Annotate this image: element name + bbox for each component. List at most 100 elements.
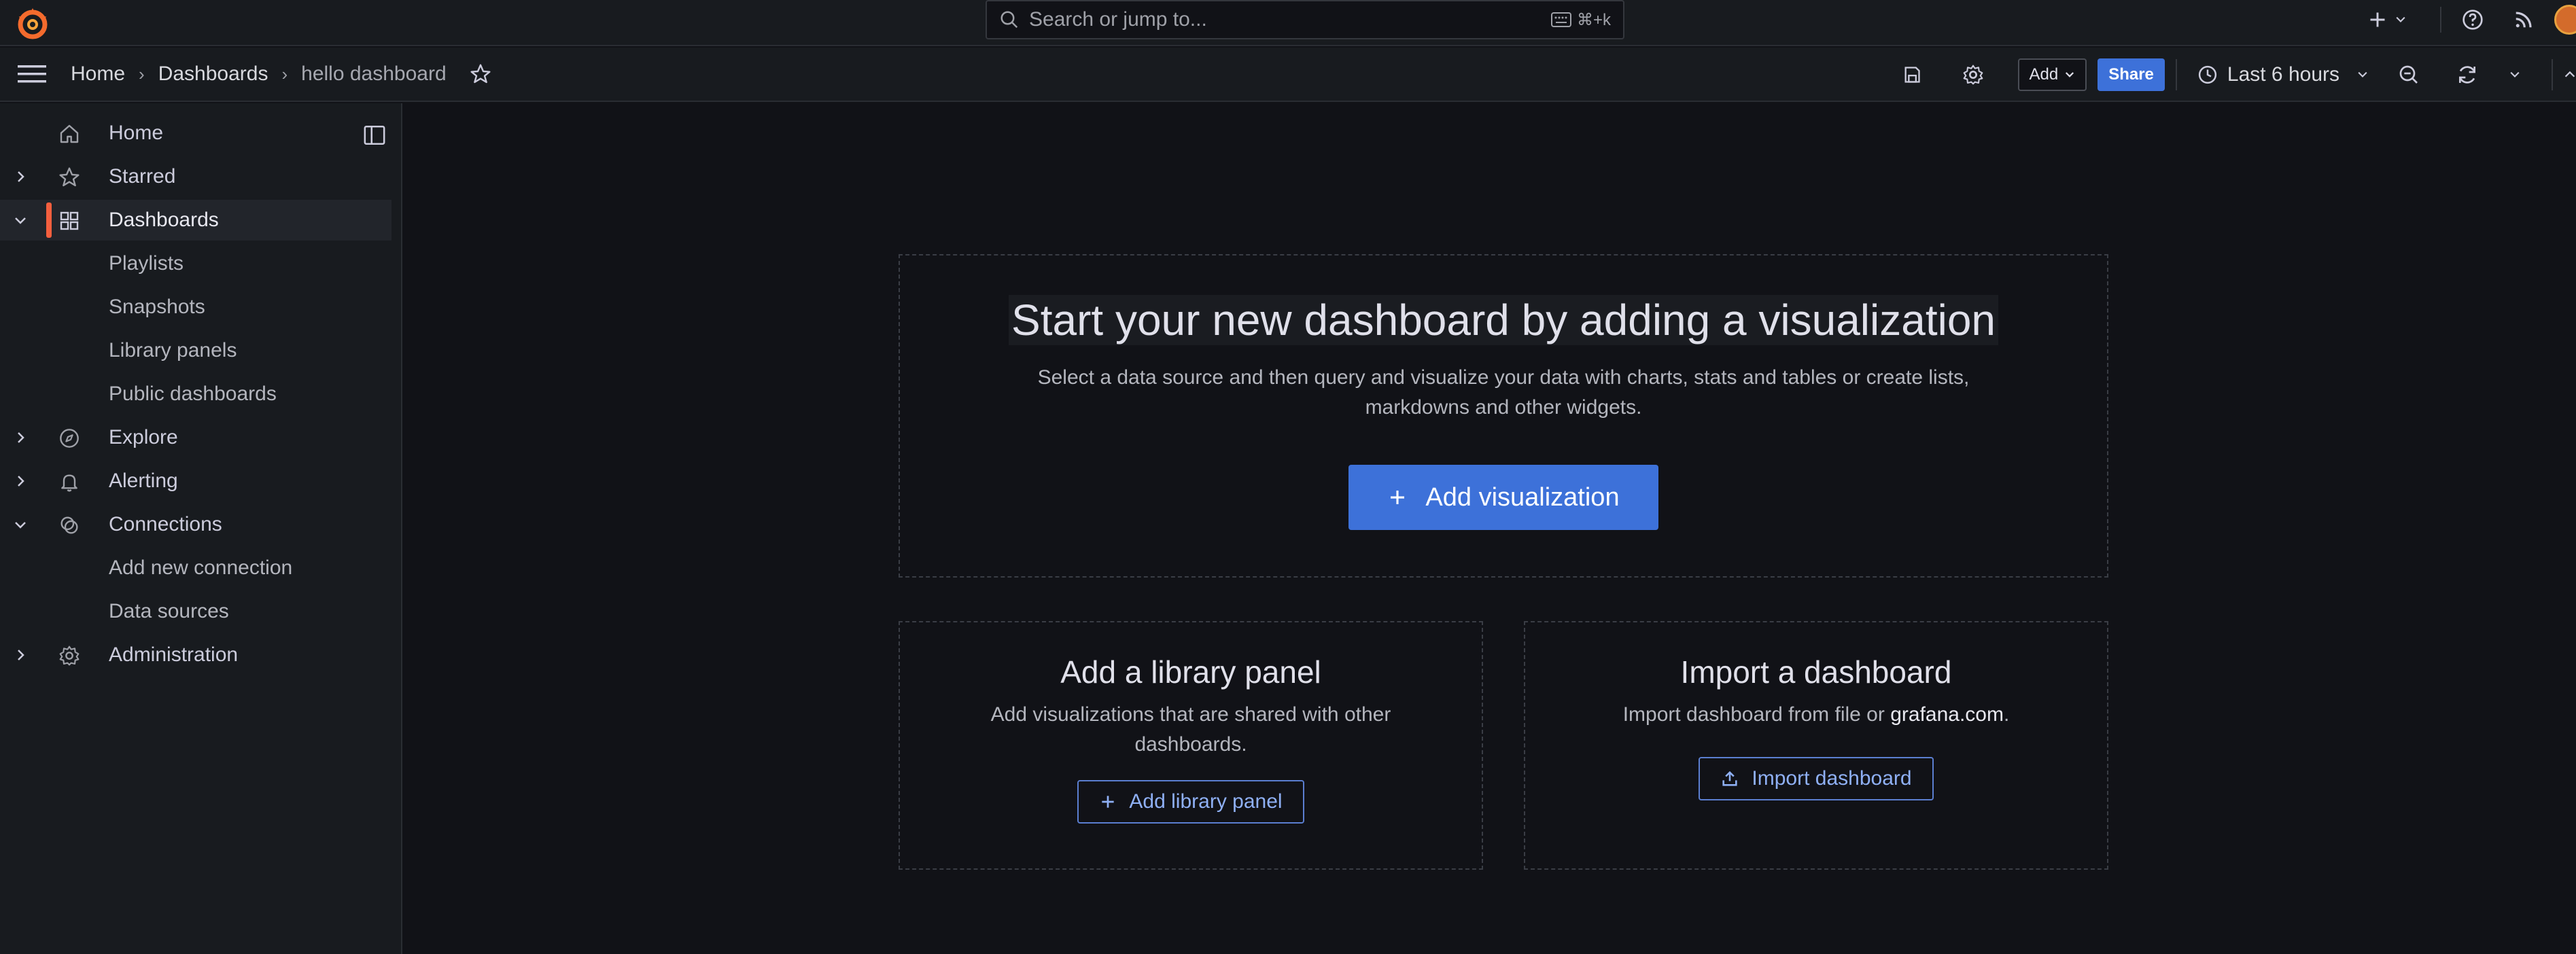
grid-icon: [60, 211, 79, 230]
divider: [2440, 7, 2441, 33]
plus-icon: [2370, 12, 2385, 27]
help-button[interactable]: [2462, 9, 2484, 31]
compass-icon: [60, 429, 79, 448]
divider: [2552, 59, 2553, 90]
chevron-down-icon[interactable]: [12, 516, 29, 533]
save-dashboard-button[interactable]: [1902, 65, 1921, 84]
new-menu-button[interactable]: [2368, 10, 2407, 29]
collapse-toolbar-button[interactable]: [2562, 67, 2576, 82]
add-visualization-button[interactable]: Add visualization: [1348, 465, 1658, 530]
dashboard-toolbar: Home › Dashboards › hello dashboard Add: [0, 48, 2576, 102]
sidebar-item-label: Administration: [109, 643, 239, 666]
add-library-panel-button[interactable]: Add library panel: [1077, 780, 1304, 824]
library-panel-description: Add visualizations that are shared with …: [990, 703, 1391, 756]
import-dashboard-card: Import a dashboard Import dashboard from…: [1524, 621, 2108, 870]
time-range-label: Last 6 hours: [2227, 63, 2339, 86]
search-placeholder: Search or jump to...: [1029, 8, 1207, 31]
time-range-picker[interactable]: Last 6 hours: [2197, 63, 2369, 86]
sidebar-item-data-sources[interactable]: Data sources: [0, 591, 391, 632]
sidebar-item-alerting[interactable]: Alerting: [0, 461, 391, 501]
sidebar-item-connections[interactable]: Connections: [0, 504, 391, 545]
breadcrumb: Home › Dashboards › hello dashboard: [71, 63, 447, 86]
gear-icon: [1964, 65, 1983, 85]
import-dashboard-button[interactable]: Import dashboard: [1699, 757, 1934, 800]
active-indicator: [46, 202, 52, 238]
plus-icon: [1102, 796, 1115, 808]
home-icon: [60, 124, 79, 143]
sidebar-item-snapshots[interactable]: Snapshots: [0, 287, 391, 328]
shortcut-text: ⌘+k: [1576, 10, 1611, 29]
chevron-down-icon: [2510, 71, 2520, 77]
sidebar-item-label: Library panels: [109, 339, 237, 361]
refresh-button[interactable]: [2456, 64, 2478, 86]
zoom-out-button[interactable]: [2398, 64, 2420, 86]
avatar[interactable]: [2554, 5, 2576, 35]
sidebar-item-label: Starred: [109, 165, 176, 188]
star-icon: [59, 167, 80, 187]
add-visualization-label: Add visualization: [1425, 482, 1620, 512]
chevron-down-icon[interactable]: [12, 212, 29, 228]
sidebar-item-library-panels[interactable]: Library panels: [0, 330, 391, 371]
star-icon[interactable]: [470, 63, 491, 85]
keyboard-shortcut: ⌘+k: [1550, 10, 1611, 30]
empty-dashboard-title: Start your new dashboard by adding a vis…: [1009, 295, 1998, 345]
chevron-up-icon: [2564, 71, 2575, 77]
import-description-suffix: .: [2003, 703, 2010, 726]
chevron-down-icon: [2066, 72, 2074, 77]
grafana-com-link[interactable]: grafana.com: [1890, 703, 2004, 726]
breadcrumb-dashboards[interactable]: Dashboards: [158, 63, 268, 86]
sidebar-item-starred[interactable]: Starred: [0, 156, 391, 197]
sidebar-item-label: Explore: [109, 426, 178, 448]
save-icon: [1904, 67, 1921, 83]
import-dashboard-label: Import dashboard: [1752, 767, 1912, 790]
sidebar-item-label: Add new connection: [109, 556, 293, 579]
import-description-text: Import dashboard from file or: [1622, 703, 1891, 726]
refresh-interval-dropdown[interactable]: [2508, 68, 2522, 82]
upload-icon: [1722, 771, 1738, 786]
chevron-down-icon: [2396, 16, 2405, 22]
sidebar-item-playlists[interactable]: Playlists: [0, 243, 391, 284]
dashboard-settings-button[interactable]: [1962, 64, 1984, 86]
zoom-out-icon: [2399, 65, 2418, 84]
sidebar-item-home[interactable]: Home: [0, 113, 391, 154]
keyboard-icon: [1550, 12, 1571, 27]
sidebar-item-dashboards[interactable]: Dashboards: [0, 200, 391, 241]
dock-menu-icon[interactable]: [363, 124, 386, 147]
chevron-right-icon[interactable]: [12, 169, 29, 185]
add-button[interactable]: Add: [2018, 58, 2087, 91]
divider: [2175, 59, 2177, 90]
help-icon: [2462, 10, 2483, 30]
chevron-right-icon: ›: [139, 63, 145, 84]
grafana-logo-icon[interactable]: [15, 5, 50, 41]
sidebar-item-label: Playlists: [109, 252, 184, 275]
share-button-label: Share: [2108, 65, 2154, 84]
search-input[interactable]: Search or jump to... ⌘+k: [986, 0, 1624, 39]
share-button[interactable]: Share: [2098, 58, 2165, 91]
chevron-right-icon[interactable]: [12, 429, 29, 446]
menu-icon[interactable]: [18, 64, 46, 84]
toolbar-actions: Add Share Last 6 hours: [1902, 48, 2576, 102]
top-bar: Search or jump to... ⌘+k: [0, 0, 2576, 46]
top-right-actions: [2368, 0, 2576, 39]
breadcrumb-current: hello dashboard: [301, 63, 447, 85]
refresh-icon: [2459, 66, 2475, 84]
empty-dashboard-card: Start your new dashboard by adding a vis…: [899, 254, 2108, 578]
news-button[interactable]: [2513, 10, 2534, 30]
sidebar-item-explore[interactable]: Explore: [0, 417, 391, 458]
sidebar-item-administration[interactable]: Administration: [0, 635, 391, 675]
plus-icon: [1391, 491, 1405, 504]
sidebar-item-public-dashboards[interactable]: Public dashboards: [0, 374, 391, 414]
connections-icon: [60, 516, 78, 534]
breadcrumb-home[interactable]: Home: [71, 63, 125, 86]
chevron-right-icon[interactable]: [12, 473, 29, 489]
sidebar-item-label: Snapshots: [109, 296, 205, 318]
library-panel-card: Add a library panel Add visualizations t…: [899, 621, 1483, 870]
import-dashboard-description: Import dashboard from file or grafana.co…: [1558, 700, 2074, 730]
sidebar-item-add-new-connection[interactable]: Add new connection: [0, 548, 391, 588]
clock-icon: [2198, 65, 2217, 84]
search-icon: [1000, 11, 1018, 29]
chevron-right-icon[interactable]: [12, 647, 29, 663]
sidebar-item-label: Connections: [109, 513, 222, 535]
library-panel-title: Add a library panel: [1060, 654, 1321, 690]
import-dashboard-title: Import a dashboard: [1680, 654, 1952, 690]
